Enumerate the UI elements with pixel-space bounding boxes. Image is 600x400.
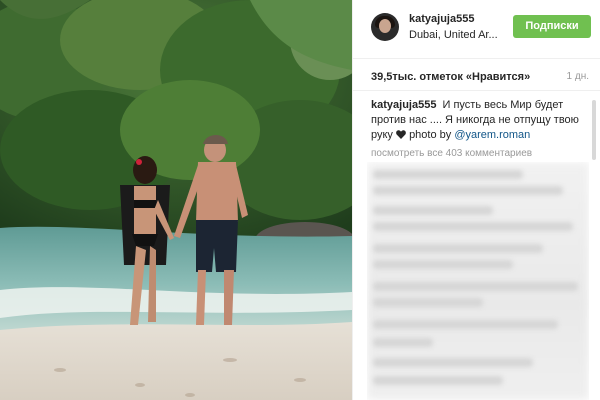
blurred-comment-line bbox=[373, 298, 483, 307]
avatar-face bbox=[379, 19, 391, 33]
blurred-comments bbox=[367, 162, 589, 400]
likes-count[interactable]: 39,5тыс. отметок «Нравится» bbox=[371, 71, 530, 83]
caption-username[interactable]: katyajuja555 bbox=[371, 99, 436, 111]
blurred-comment-line bbox=[373, 260, 513, 269]
blurred-comment-line bbox=[373, 206, 493, 215]
post-photo[interactable] bbox=[0, 0, 352, 400]
beach-couple-photo bbox=[0, 0, 352, 400]
blurred-comment-line bbox=[373, 244, 543, 253]
blurred-comment-line bbox=[373, 320, 558, 329]
scrollbar[interactable] bbox=[592, 100, 596, 160]
avatar[interactable] bbox=[371, 13, 399, 41]
blurred-comment-line bbox=[373, 170, 523, 179]
post-header: katyajuja555 Dubai, United Ar... Подписк… bbox=[353, 0, 600, 59]
follow-button[interactable]: Подписки bbox=[513, 15, 591, 38]
photo-credit-label: photo by bbox=[409, 129, 452, 141]
location-link[interactable]: Dubai, United Ar... bbox=[409, 29, 505, 41]
blurred-comment-line bbox=[373, 376, 503, 385]
username-link[interactable]: katyajuja555 bbox=[409, 13, 474, 25]
post-details-panel: katyajuja555 Dubai, United Ar... Подписк… bbox=[352, 0, 600, 400]
post-time: 1 дн. bbox=[566, 71, 589, 82]
blurred-comment-line bbox=[373, 186, 563, 195]
blurred-comment-line bbox=[373, 358, 533, 367]
post-caption: katyajuja555 И пусть весь Мир будет прот… bbox=[371, 98, 583, 143]
heart-icon bbox=[396, 130, 406, 139]
blurred-comment-line bbox=[373, 338, 433, 347]
blurred-comment-line bbox=[373, 222, 573, 231]
blurred-comment-line bbox=[373, 282, 578, 291]
view-all-comments-link[interactable]: посмотреть все 403 комментариев bbox=[371, 148, 532, 159]
likes-row: 39,5тыс. отметок «Нравится» 1 дн. bbox=[353, 58, 600, 91]
mention-link[interactable]: @yarem.roman bbox=[454, 129, 530, 141]
